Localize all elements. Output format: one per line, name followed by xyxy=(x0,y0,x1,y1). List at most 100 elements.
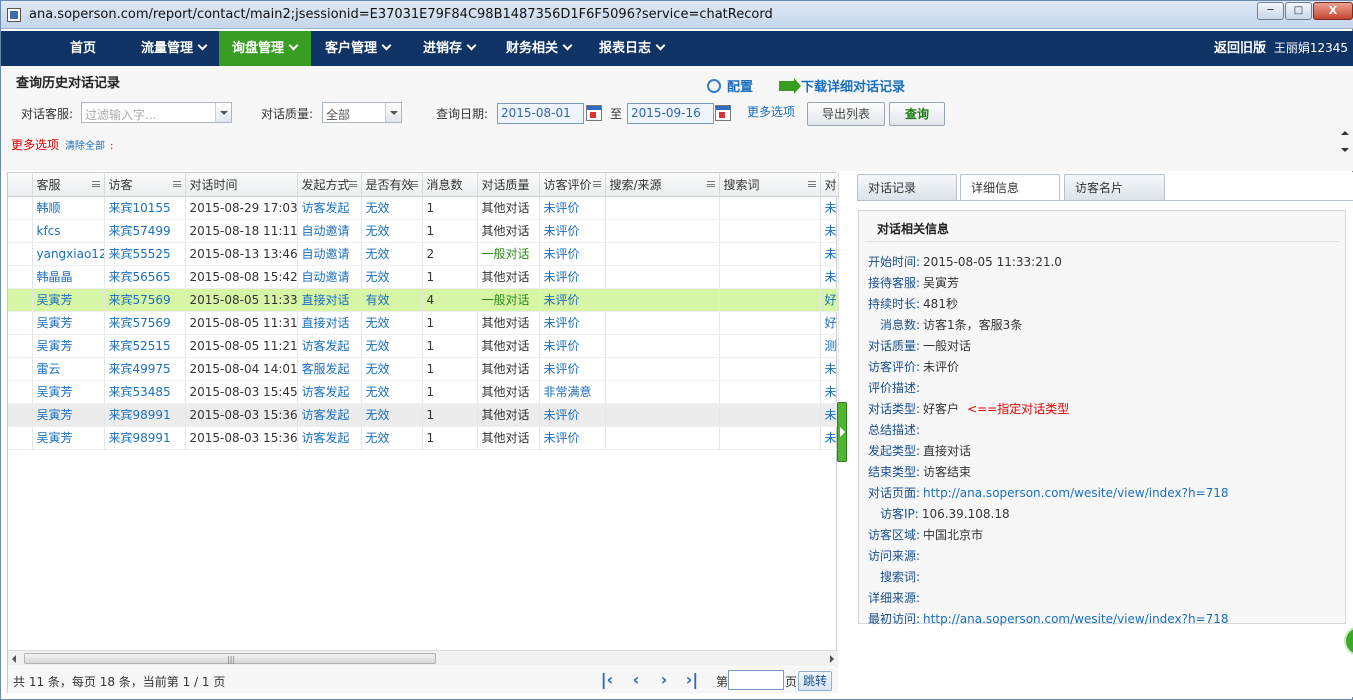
table-cell[interactable]: 无效 xyxy=(361,403,423,427)
table-row[interactable]: kfcs 来宾57499 2015-08-18 11:11 自动邀请 无效 1 其他对话 未评… xyxy=(8,219,839,243)
table-cell[interactable]: 直接对话 xyxy=(297,311,362,335)
table-cell[interactable]: 吴寅芳 xyxy=(32,311,105,335)
table-cell[interactable]: 无效 xyxy=(361,242,423,266)
column-menu-icon[interactable] xyxy=(592,181,601,187)
table-cell[interactable]: 来宾98991 xyxy=(104,426,186,450)
nav-reports[interactable]: 报表日志 xyxy=(591,31,677,66)
jump-button[interactable]: 跳转 xyxy=(798,671,832,691)
table-cell[interactable]: 无效 xyxy=(361,265,423,289)
table-cell[interactable]: 未 xyxy=(820,357,839,381)
table-cell[interactable]: 好 xyxy=(820,311,839,335)
table-cell[interactable]: 韩晶晶 xyxy=(32,265,105,289)
quality-select[interactable]: 全部 xyxy=(322,102,402,123)
nav-home[interactable]: 首页 xyxy=(55,31,111,66)
date-to-input[interactable]: 2015-09-16 xyxy=(627,103,714,124)
first-page-icon[interactable]: |‹ xyxy=(599,672,615,688)
dropdown-arrow-icon[interactable] xyxy=(215,103,231,122)
table-row[interactable]: 吴寅芳 来宾57569 2015-08-05 11:33 直接对话 有效 4 一般对话 未评价… xyxy=(8,288,839,312)
table-cell[interactable]: 无效 xyxy=(361,219,423,243)
table-row[interactable]: 吴寅芳 来宾98991 2015-08-03 15:36 访客发起 无效 1 其他对话 未评价… xyxy=(8,426,839,450)
table-cell[interactable]: 来宾49975 xyxy=(104,357,186,381)
nav-inquiry[interactable]: 询盘管理 xyxy=(219,31,311,72)
table-cell[interactable]: 有效 xyxy=(361,288,423,312)
table-cell[interactable]: 来宾10155 xyxy=(104,196,186,220)
table-cell[interactable]: 未评价 xyxy=(539,334,606,358)
table-cell[interactable]: 访客发起 xyxy=(297,403,362,427)
next-page-icon[interactable]: › xyxy=(656,672,672,688)
prev-page-icon[interactable]: ‹ xyxy=(628,672,644,688)
form-scrollbar[interactable] xyxy=(1338,128,1352,158)
query-button[interactable]: 查询 xyxy=(889,102,945,126)
table-cell[interactable]: 未 xyxy=(820,196,839,220)
table-cell[interactable]: 雷云 xyxy=(32,357,105,381)
back-old-version-link[interactable]: 返回旧版 xyxy=(1214,41,1266,56)
calendar-icon[interactable] xyxy=(586,105,602,121)
column-header[interactable]: 访客评价 xyxy=(539,173,606,197)
table-cell[interactable]: 未 xyxy=(820,265,839,289)
column-header[interactable]: 搜索/来源 xyxy=(605,173,720,197)
table-cell[interactable]: 来宾57569 xyxy=(104,288,186,312)
table-cell[interactable]: 无效 xyxy=(361,426,423,450)
table-cell[interactable]: 未评价 xyxy=(539,403,606,427)
table-row[interactable]: yangxiao123来宾555252015-08-13 13:46自动邀请无效… xyxy=(8,242,839,266)
calendar-icon[interactable] xyxy=(715,105,731,121)
table-cell[interactable]: kfcs xyxy=(32,219,105,243)
export-list-button[interactable]: 导出列表 xyxy=(807,102,885,126)
column-menu-icon[interactable] xyxy=(348,181,357,187)
table-cell[interactable]: 来宾56565 xyxy=(104,265,186,289)
detail-value[interactable]: http://ana.soperson.com/wesite/view/inde… xyxy=(923,612,1228,626)
nav-finance[interactable]: 财务相关 xyxy=(498,31,584,66)
tab-detail-info[interactable]: 详细信息 xyxy=(960,174,1060,201)
column-header[interactable]: 客服 xyxy=(32,173,105,197)
table-cell[interactable]: 自动邀请 xyxy=(297,265,362,289)
table-cell[interactable]: 未 xyxy=(820,403,839,427)
table-row[interactable]: 韩晶晶 来宾56565 2015-08-08 15:42 自动邀请 无效 1 其他对话 未评价… xyxy=(8,265,839,289)
column-menu-icon[interactable] xyxy=(172,181,181,187)
table-cell[interactable]: 来宾52515 xyxy=(104,334,186,358)
column-header[interactable]: 访客 xyxy=(104,173,186,197)
table-row[interactable]: 吴寅芳 来宾52515 2015-08-05 11:21 访客发起 无效 1 其他对话 未评价… xyxy=(8,334,839,358)
nav-traffic[interactable]: 流量管理 xyxy=(133,31,219,66)
table-cell[interactable]: 访客发起 xyxy=(297,426,362,450)
table-cell[interactable]: 未评价 xyxy=(539,311,606,335)
table-row[interactable]: 吴寅芳 来宾57569 2015-08-05 11:31 直接对话 无效 1 其他对话 未评价… xyxy=(8,311,839,335)
table-cell[interactable]: 吴寅芳 xyxy=(32,380,105,404)
config-link[interactable]: 配置 xyxy=(707,76,753,95)
table-cell[interactable]: 访客发起 xyxy=(297,196,362,220)
page-number-input[interactable] xyxy=(728,670,784,690)
column-menu-icon[interactable] xyxy=(91,181,100,187)
scroll-right-icon[interactable] xyxy=(830,655,834,663)
column-menu-icon[interactable] xyxy=(706,181,715,187)
maximize-button[interactable]: □ xyxy=(1285,2,1312,20)
date-from-input[interactable]: 2015-08-01 xyxy=(497,103,584,124)
column-header[interactable]: 对话质量 xyxy=(477,173,540,197)
table-cell[interactable]: 吴寅芳 xyxy=(32,426,105,450)
nav-inventory[interactable]: 进销存 xyxy=(415,31,487,66)
panel-collapse-handle[interactable] xyxy=(837,402,847,462)
tab-chat-record[interactable]: 对话记录 xyxy=(857,174,957,200)
horizontal-scrollbar[interactable]: ||| xyxy=(8,650,838,666)
table-cell[interactable]: 未评价 xyxy=(539,426,606,450)
scroll-up-icon[interactable] xyxy=(1341,131,1349,135)
service-combobox[interactable]: 过滤输入字... xyxy=(81,102,232,123)
table-cell[interactable]: 无效 xyxy=(361,196,423,220)
more-options-label[interactable]: 更多选项 xyxy=(11,136,59,153)
table-cell[interactable]: 吴寅芳 xyxy=(32,403,105,427)
table-cell[interactable]: 来宾57499 xyxy=(104,219,186,243)
column-header[interactable]: 对话时间 xyxy=(185,173,298,197)
table-cell[interactable]: 来宾98991 xyxy=(104,403,186,427)
table-cell[interactable]: 吴寅芳 xyxy=(32,334,105,358)
table-cell[interactable]: 未 xyxy=(820,242,839,266)
scroll-left-icon[interactable] xyxy=(12,655,16,663)
scroll-down-icon[interactable] xyxy=(1341,148,1349,152)
dropdown-arrow-icon[interactable] xyxy=(385,103,401,122)
table-cell[interactable]: 非常满意 xyxy=(539,380,606,404)
last-page-icon[interactable]: ›| xyxy=(684,672,700,688)
table-row[interactable]: 吴寅芳 来宾53485 2015-08-03 15:45 访客发起 无效 1 其他对话 非常满… xyxy=(8,380,839,404)
table-cell[interactable]: 好 xyxy=(820,288,839,312)
table-cell[interactable]: 测 xyxy=(820,334,839,358)
table-cell[interactable]: 未评价 xyxy=(539,196,606,220)
table-row[interactable]: 吴寅芳 来宾98991 2015-08-03 15:36 访客发起 无效 1 其他对话 未评价… xyxy=(8,403,839,427)
column-header[interactable]: 是否有效 xyxy=(361,173,423,197)
table-cell[interactable]: 访客发起 xyxy=(297,380,362,404)
